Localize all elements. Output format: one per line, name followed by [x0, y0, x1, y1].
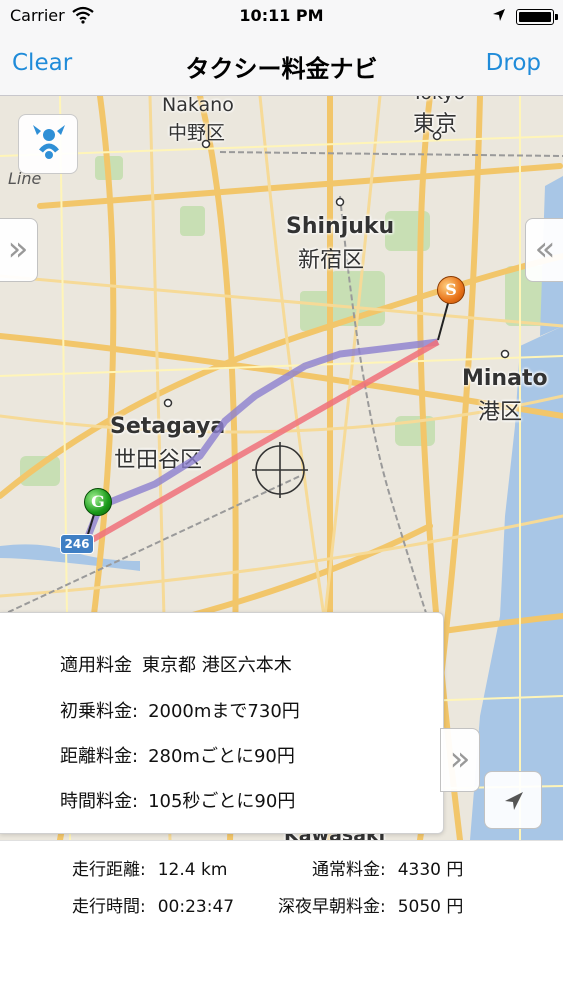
distance-value: 12.4 km — [157, 860, 228, 880]
distance-summary: 走行距離: 12.4 km — [72, 855, 227, 880]
normal-fare-summary: 通常料金: 4330 円 — [312, 855, 463, 880]
double-chevron-right-icon: » — [7, 229, 29, 269]
distance-label: 走行距離: — [72, 860, 146, 880]
info-row-distance-fare: 距離料金: 280mごとに90円 — [60, 742, 295, 768]
fare-info-panel: 適用料金 東京都 港区六本木 初乗料金: 2000mまで730円 距離料金: 280m… — [0, 612, 444, 834]
double-chevron-right-icon: » — [449, 739, 471, 779]
route-line-icon — [33, 125, 65, 159]
night-fare-label: 深夜早朝料金: — [278, 897, 386, 917]
normal-fare-value: 4330 円 — [397, 860, 464, 880]
info-row-value: 280mごとに90円 — [148, 746, 295, 767]
normal-fare-label: 通常料金: — [312, 860, 386, 880]
status-bar: Carrier 10:11 PM — [0, 0, 563, 32]
double-chevron-left-icon: « — [534, 229, 556, 269]
goal-marker-label: G — [91, 492, 105, 511]
start-marker-label: S — [445, 280, 457, 299]
info-row-value: 105秒ごとに90円 — [148, 791, 296, 812]
time-value: 00:23:47 — [157, 897, 235, 917]
current-location-button[interactable] — [484, 771, 542, 829]
drop-button[interactable]: Drop — [486, 50, 541, 76]
info-row-time-fare: 時間料金: 105秒ごとに90円 — [60, 787, 295, 813]
page-title: タクシー料金ナビ — [185, 55, 378, 83]
navigation-arrow-icon — [505, 792, 523, 810]
info-row-label: 初乗料金: — [60, 701, 139, 722]
info-row-label: 適用料金 — [60, 655, 132, 676]
navigation-bar: Clear タクシー料金ナビ Drop — [0, 32, 563, 96]
location-arrow-icon — [493, 9, 505, 21]
info-row-label: 距離料金: — [60, 746, 139, 767]
left-panel-toggle[interactable]: » — [0, 218, 38, 282]
clock: 10:11 PM — [239, 6, 324, 25]
battery-icon — [516, 9, 558, 25]
night-fare-value: 5050 円 — [397, 897, 464, 917]
goal-marker[interactable]: G — [84, 488, 112, 516]
route-shield-number: 246 — [64, 537, 90, 551]
info-row-label: 時間料金: — [60, 791, 139, 812]
crosshair-icon — [252, 442, 308, 498]
line-toggle-button[interactable]: Line — [8, 114, 78, 188]
line-button-label: Line — [8, 169, 42, 188]
info-row-value: 2000mまで730円 — [148, 701, 300, 722]
time-label: 走行時間: — [72, 897, 146, 917]
time-summary: 走行時間: 00:23:47 — [72, 892, 234, 917]
info-row-initial-fare: 初乗料金: 2000mまで730円 — [60, 697, 300, 723]
route-shield: 246 — [60, 534, 94, 554]
trip-summary: 走行距離: 12.4 km 通常料金: 4330 円 走行時間: 00:23:47 深… — [0, 840, 563, 1000]
info-row-value: 東京都 港区六本木 — [142, 655, 292, 676]
info-row-applied-fare: 適用料金 東京都 港区六本木 — [60, 651, 292, 677]
right-panel-toggle[interactable]: « — [525, 218, 563, 282]
start-marker[interactable]: S — [437, 276, 465, 304]
night-fare-summary: 深夜早朝料金: 5050 円 — [278, 892, 463, 917]
info-panel-toggle[interactable]: » — [440, 728, 480, 792]
